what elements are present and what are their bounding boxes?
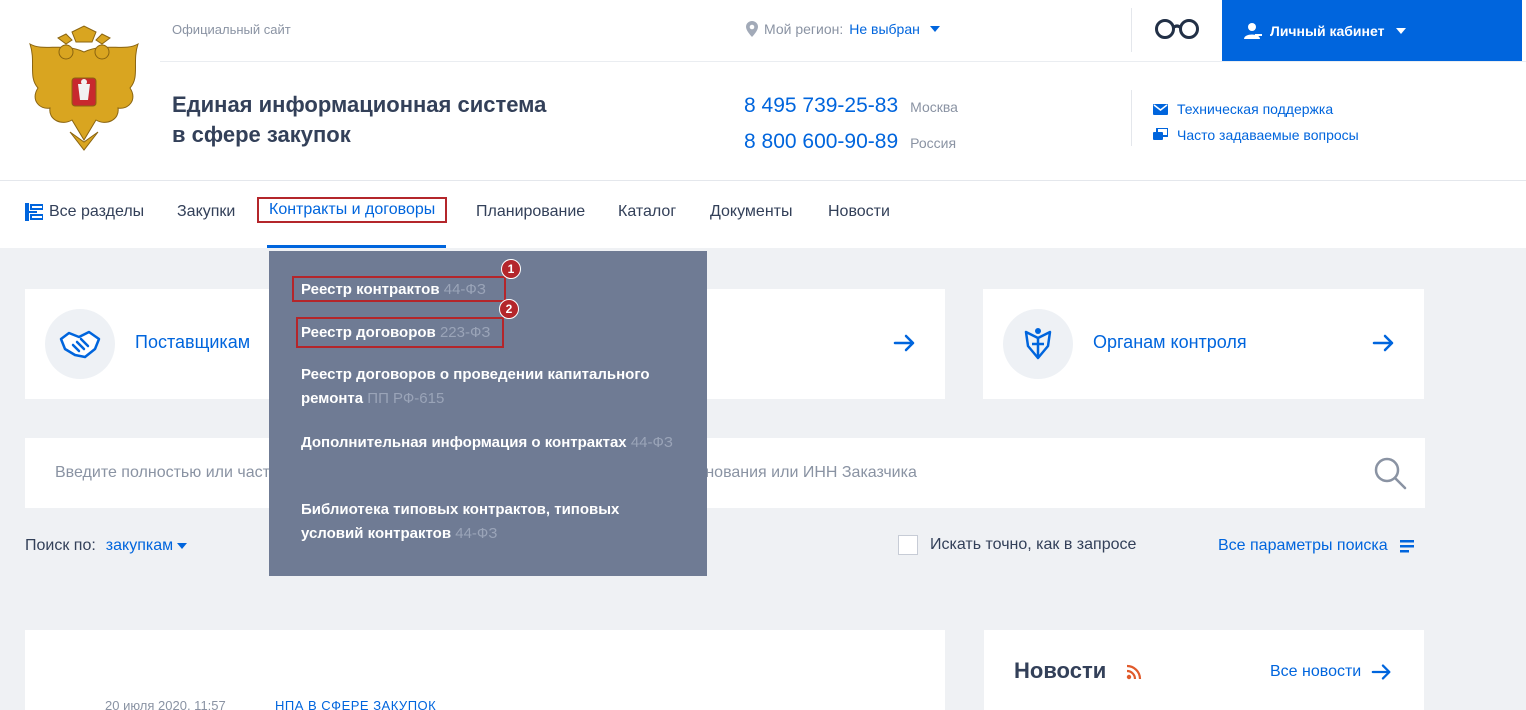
card-icon-circle [45,309,115,379]
glasses-icon[interactable] [1154,18,1200,40]
chevron-down-icon [1396,27,1407,34]
news-date: 20 июля 2020, 11:57 [105,698,226,710]
phone-row: 8 495 739-25-83 Москва [744,94,958,130]
search-by-value: закупкам [105,537,174,554]
nav-active-underline [267,245,446,248]
nav-item-catalog[interactable]: Каталог [618,203,676,221]
nav-item-documents[interactable]: Документы [710,203,792,221]
official-site-label: Официальный сайт [172,22,291,37]
news-title: Новости [1014,658,1107,683]
control-emblem-icon [1024,328,1052,360]
search-by: Поиск по: закупкам [25,537,188,555]
faq-label: Часто задаваемые вопросы [1177,127,1359,143]
phone-number[interactable]: 8 495 739-25-83 [744,94,898,118]
chevron-down-icon [177,543,188,549]
menu-item-title: Реестр договоров о проведении капитально… [301,366,650,407]
location-pin-icon [746,21,758,37]
personal-cabinet-label: Личный кабинет [1270,22,1385,39]
phone-number[interactable]: 8 800 600-90-89 [744,130,898,154]
step-badge: 1 [501,259,521,279]
menu-item-law: ПП РФ-615 [367,390,445,407]
site-title[interactable]: Единая информационная система в сфере за… [172,90,546,150]
region-value[interactable]: Не выбран [849,21,920,37]
region-selector[interactable]: Мой регион: Не выбран [746,21,940,37]
all-news-label: Все новости [1270,663,1362,680]
russian-emblem-icon[interactable] [22,22,146,154]
sections-icon [25,203,43,221]
exact-search-label: Искать точно, как в запросе [930,536,1137,553]
menu-item-additional-info[interactable]: Дополнительная информация о контрактах 4… [301,431,681,455]
site-title-line2: в сфере закупок [172,122,351,147]
card-label: Поставщикам [135,332,251,352]
support-links: Техническая поддержка Часто задаваемые в… [1153,96,1359,148]
contracts-dropdown-menu: Реестр контрактов 44-ФЗ Реестр договоров… [269,251,707,576]
exact-search-checkbox[interactable] [898,535,918,555]
highlight-box [296,317,504,348]
arrow-right-icon [1371,664,1391,680]
menu-item-law: 44-ФЗ [455,525,498,542]
chat-icon [1153,128,1168,140]
header-vertical-divider [1131,90,1132,146]
menu-item-capital-repair-registry[interactable]: Реестр договоров о проведении капитально… [301,363,681,411]
mail-icon [1153,103,1168,115]
phone-row: 8 800 600-90-89 Россия [744,130,958,166]
search-icon[interactable] [1373,456,1407,490]
all-search-params-link[interactable]: Все параметры поиска [1218,537,1414,555]
card-label: Органам контроля [1093,332,1247,352]
nav-item-purchases[interactable]: Закупки [177,203,235,221]
menu-item-title: Дополнительная информация о контрактах [301,434,627,451]
phone-city: Москва [910,99,958,115]
user-icon [1244,22,1262,39]
all-news-link[interactable]: Все новости [1270,661,1393,683]
support-link[interactable]: Техническая поддержка [1153,96,1359,122]
card-icon-circle [1003,309,1073,379]
site-header: Официальный сайт Единая информационная с… [0,0,1526,181]
nav-item-planning[interactable]: Планирование [476,203,585,221]
search-by-select[interactable]: закупкам [105,537,188,555]
support-label: Техническая поддержка [1177,101,1334,117]
header-vertical-divider [1131,8,1132,52]
phone-city: Россия [910,135,957,151]
news-feed-panel: 20 июля 2020, 11:57 НПА В СФЕРЕ ЗАКУПОК [25,630,945,710]
site-title-line1: Единая информационная система [172,92,547,117]
main-navigation: Все разделы Закупки Контракты и договоры… [0,181,1526,248]
search-by-label: Поиск по: [25,537,96,554]
control-bodies-card[interactable]: Органам контроля [983,289,1424,399]
region-label: Мой регион: [764,21,844,37]
search-bar [25,438,1425,508]
nav-item-contracts[interactable]: Контракты и договоры [257,197,448,223]
nav-item-news[interactable]: Новости [828,203,890,221]
exact-search[interactable]: Искать точно, как в запросе [898,535,1136,555]
arrow-right-icon [893,334,915,352]
menu-item-law: 44-ФЗ [630,434,673,451]
menu-item-template-library[interactable]: Библиотека типовых контрактов, типовых у… [301,498,681,546]
chevron-down-icon [929,26,940,32]
news-panel: Новости Все новости [984,630,1424,710]
step-badge: 2 [499,299,519,319]
highlight-box [292,276,506,302]
arrow-right-icon [1372,334,1394,352]
nav-all-sections-label: Все разделы [49,203,145,220]
all-params-label: Все параметры поиска [1218,537,1388,554]
search-input[interactable] [55,438,1375,508]
nav-all-sections[interactable]: Все разделы [25,203,144,221]
news-tag[interactable]: НПА В СФЕРЕ ЗАКУПОК [275,698,436,710]
filter-lines-icon [1399,540,1414,553]
rss-icon[interactable] [1126,664,1142,680]
faq-link[interactable]: Часто задаваемые вопросы [1153,122,1359,148]
header-divider [160,61,1526,62]
handshake-icon [59,330,101,359]
phone-list: 8 495 739-25-83 Москва 8 800 600-90-89 Р… [744,94,958,166]
personal-cabinet-button[interactable]: Личный кабинет [1222,0,1522,61]
